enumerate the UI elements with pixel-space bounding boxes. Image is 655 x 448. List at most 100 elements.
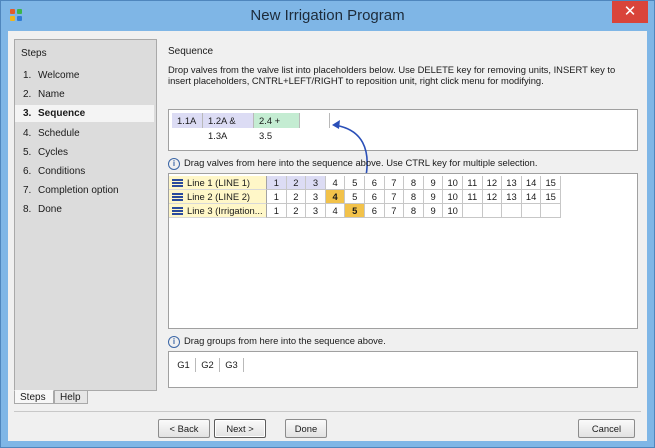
valve-cell[interactable]: 6: [365, 204, 385, 218]
valve-cell[interactable]: 14: [521, 190, 542, 204]
step-item-conditions[interactable]: 6. Conditions: [15, 163, 154, 180]
valve-cell[interactable]: 8: [404, 204, 424, 218]
sequence-instructions: Drop valves from the valve list into pla…: [168, 64, 616, 86]
close-icon[interactable]: ✕: [612, 1, 648, 23]
valve-cell[interactable]: 13: [502, 176, 522, 190]
dialog-client: Steps 1. Welcome 2. Name 3. Sequence 4. Schedul…: [8, 31, 647, 441]
done-button[interactable]: Done: [285, 419, 327, 438]
valve-cell[interactable]: 6: [365, 190, 385, 204]
empty-cell: [482, 204, 503, 218]
groups-hint: i Drag groups from here into the sequence…: [168, 335, 386, 348]
valve-cell[interactable]: 3: [306, 204, 326, 218]
valve-cell[interactable]: 8: [404, 176, 424, 190]
valve-cell[interactable]: 4: [325, 176, 346, 190]
valve-cell[interactable]: 4: [325, 204, 346, 218]
valve-cell[interactable]: 2: [286, 190, 307, 204]
tab-help[interactable]: Help: [54, 390, 88, 404]
step-item-welcome[interactable]: 1. Welcome: [15, 67, 154, 84]
valve-cell[interactable]: 7: [384, 190, 405, 204]
info-icon: i: [168, 158, 180, 170]
valve-cell[interactable]: 9: [423, 204, 444, 218]
valve-cell[interactable]: 1: [267, 176, 287, 190]
line-name-text: Line 1 (LINE 1): [187, 177, 251, 188]
step-label: Done: [38, 204, 62, 216]
step-label: Cycles: [38, 146, 69, 158]
valve-cell[interactable]: 13: [502, 190, 522, 204]
next-button[interactable]: Next >: [214, 419, 266, 438]
group-item[interactable]: G1: [172, 358, 196, 372]
valve-cell[interactable]: 3: [306, 176, 326, 190]
sequence-unit[interactable]: 2.4 + 3.5: [254, 113, 300, 141]
tab-steps[interactable]: Steps: [14, 390, 54, 404]
groups-list[interactable]: G1 G2 G3: [168, 351, 638, 388]
step-label: Schedule: [38, 127, 80, 139]
step-number: 2.: [23, 89, 32, 101]
valve-cell[interactable]: 3: [306, 190, 326, 204]
step-item-cycles[interactable]: 5. Cycles: [15, 144, 154, 161]
valve-cell[interactable]: 9: [423, 190, 444, 204]
valve-grid[interactable]: Line 1 (LINE 1) 1 2 3 4 5 6 7 8 9 10 11 12 13 14 15 Line…: [168, 173, 638, 369]
valve-cell[interactable]: 7: [384, 204, 405, 218]
sequence-unit[interactable]: 1.1A: [172, 113, 203, 128]
steps-panel: Steps 1. Welcome 2. Name 3. Sequence 4. Schedul…: [14, 39, 157, 391]
valve-cell[interactable]: 2: [286, 204, 307, 218]
step-item-sequence[interactable]: 3. Sequence: [15, 105, 154, 123]
step-label: Name: [38, 89, 65, 101]
valve-cell[interactable]: 5: [345, 204, 365, 218]
step-number: 5.: [23, 146, 32, 158]
line-name[interactable]: Line 3 (Irrigation...: [169, 204, 267, 218]
valve-cell[interactable]: 4: [325, 190, 346, 204]
valve-cell[interactable]: 5: [345, 190, 365, 204]
back-button[interactable]: < Back: [158, 419, 210, 438]
empty-cell: [463, 204, 483, 218]
valve-cell[interactable]: 2: [286, 176, 307, 190]
valve-cell[interactable]: 9: [423, 176, 444, 190]
valve-cell[interactable]: 1: [267, 204, 287, 218]
valve-cell[interactable]: 10: [443, 204, 463, 218]
divider: [14, 411, 641, 412]
groups-hint-text: Drag groups from here into the sequence …: [184, 335, 386, 346]
valve-cell[interactable]: 12: [482, 190, 503, 204]
step-item-name[interactable]: 2. Name: [15, 86, 154, 103]
line-name-text: Line 2 (LINE 2): [187, 191, 251, 202]
line-name[interactable]: Line 2 (LINE 2): [169, 190, 267, 204]
step-item-completion-option[interactable]: 7. Completion option: [15, 182, 154, 199]
valve-cell[interactable]: 11: [463, 190, 483, 204]
valve-line-row: Line 2 (LINE 2) 1 2 3 4 5 6 7 8 9 10 11 12 13 14 15: [169, 190, 635, 204]
valve-cell[interactable]: 10: [443, 190, 463, 204]
line-icon: [172, 207, 183, 215]
step-number: 4.: [23, 127, 32, 139]
valve-cell[interactable]: 8: [404, 190, 424, 204]
valves-hint-text: Drag valves from here into the sequence …: [184, 157, 538, 168]
sequence-drop-area[interactable]: 1.1A 1.2A & 1.3A 2.4 + 3.5: [168, 109, 638, 151]
valve-line-row: Line 3 (Irrigation... 1 2 3 4 5 6 7 8 9 10: [169, 204, 635, 218]
valve-cell[interactable]: 6: [365, 176, 385, 190]
dialog-window: New Irrigation Program ✕ Steps 1. Welcome…: [0, 0, 655, 448]
step-number: 8.: [23, 204, 32, 216]
section-title: Sequence: [168, 46, 214, 57]
empty-cell: [521, 204, 542, 218]
valve-cell[interactable]: 5: [345, 176, 365, 190]
sequence-placeholder[interactable]: [300, 113, 330, 128]
step-item-done[interactable]: 8. Done: [15, 201, 154, 218]
valve-cell[interactable]: 10: [443, 176, 463, 190]
step-number: 7.: [23, 185, 32, 197]
group-item[interactable]: G2: [196, 358, 220, 372]
valve-cell[interactable]: 15: [541, 176, 561, 190]
line-name[interactable]: Line 1 (LINE 1): [169, 176, 267, 190]
empty-cell: [502, 204, 522, 218]
valve-cell[interactable]: 11: [463, 176, 483, 190]
group-item[interactable]: G3: [220, 358, 244, 372]
line-name-text: Line 3 (Irrigation...: [187, 205, 263, 216]
sequence-unit[interactable]: 1.2A & 1.3A: [203, 113, 254, 141]
valve-cell[interactable]: 12: [482, 176, 503, 190]
step-label: Conditions: [38, 166, 86, 177]
main-panel: Sequence Drop valves from the valve list…: [162, 39, 641, 405]
cancel-button[interactable]: Cancel: [578, 419, 635, 438]
step-number: 3.: [23, 108, 32, 120]
valve-cell[interactable]: 7: [384, 176, 405, 190]
valve-cell[interactable]: 1: [267, 190, 287, 204]
step-item-schedule[interactable]: 4. Schedule: [15, 125, 154, 142]
valve-cell[interactable]: 15: [541, 190, 561, 204]
valve-cell[interactable]: 14: [521, 176, 542, 190]
